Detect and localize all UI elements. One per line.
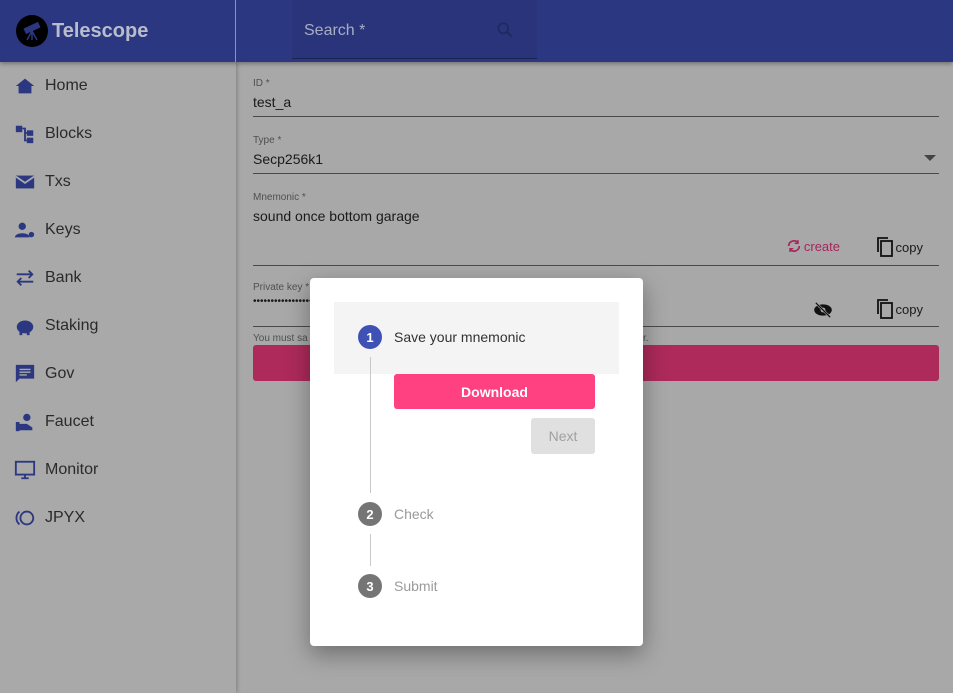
search-icon[interactable] [495, 20, 515, 40]
copy-mnemonic-button[interactable]: copy [876, 237, 923, 257]
download-button[interactable]: Download [394, 374, 595, 409]
sidebar-item-label: Home [45, 77, 88, 94]
home-icon [15, 78, 35, 94]
sidebar-item-label: Keys [45, 221, 81, 238]
sidebar-item-monitor[interactable]: Monitor [0, 446, 236, 494]
type-select[interactable]: Type * Secp256k1 [253, 135, 939, 174]
type-label: Type * [253, 135, 282, 146]
sidebar-item-label: Bank [45, 269, 82, 286]
sidebar-item-faucet[interactable]: Faucet [0, 398, 236, 446]
brand[interactable]: Telescope [0, 0, 236, 62]
piggy-bank-icon [16, 320, 34, 336]
mnemonic-field[interactable]: Mnemonic * sound once bottom garage crea… [253, 192, 939, 266]
sidebar-item-staking[interactable]: Staking [0, 302, 236, 350]
step-connector [370, 357, 371, 493]
sidebar-item-gov[interactable]: Gov [0, 350, 236, 398]
faucet-icon [15, 413, 33, 432]
sidebar-item-label: Txs [45, 173, 71, 190]
copy-private-key-button[interactable]: copy [876, 299, 923, 319]
dropdown-arrow-icon [924, 155, 936, 161]
warning-text: You must sa [253, 333, 308, 344]
copy-label: copy [895, 301, 923, 317]
sidebar-item-label: Monitor [45, 461, 99, 478]
blocks-icon [15, 125, 34, 144]
chat-icon [15, 364, 35, 383]
sidebar-item-label: Gov [45, 365, 75, 382]
mail-icon [15, 175, 35, 189]
sidebar-item-jpyx[interactable]: JPYX [0, 494, 236, 542]
user-gear-icon [14, 222, 35, 238]
search-input[interactable]: Search * [292, 0, 537, 59]
step-2-label[interactable]: Check [394, 506, 434, 522]
search-label: Search * [304, 22, 366, 39]
sidebar: Home Blocks Txs Keys Bank Staking Gov Fa… [0, 62, 236, 693]
refresh-icon [787, 240, 801, 252]
step-2-circle: 2 [358, 502, 382, 526]
step-3-label[interactable]: Submit [394, 578, 438, 594]
jpyx-icon [15, 510, 35, 526]
monitor-icon [14, 460, 36, 480]
sidebar-item-label: JPYX [45, 509, 86, 526]
copy-label: copy [895, 239, 923, 255]
sidebar-item-txs[interactable]: Txs [0, 158, 236, 206]
mnemonic-value: sound once bottom garage [253, 208, 420, 224]
sidebar-item-label: Blocks [45, 125, 93, 142]
sidebar-item-label: Faucet [45, 413, 94, 430]
id-field[interactable]: ID * test_a [253, 78, 939, 117]
visibility-off-icon[interactable] [813, 302, 833, 318]
copy-icon [876, 299, 893, 319]
save-mnemonic-dialog: 1 Save your mnemonic Download Next 2 Che… [310, 278, 643, 646]
telescope-logo-icon [16, 15, 48, 47]
sidebar-item-label: Staking [45, 317, 99, 334]
copy-icon [876, 237, 893, 257]
app-header: Telescope Search * [0, 0, 953, 62]
type-value: Secp256k1 [253, 151, 324, 167]
sidebar-item-bank[interactable]: Bank [0, 254, 236, 302]
warning-text-start: You must sa [253, 333, 308, 344]
next-button[interactable]: Next [531, 418, 595, 454]
swap-icon [16, 270, 34, 286]
sidebar-item-home[interactable]: Home [0, 62, 236, 110]
step-3-circle: 3 [358, 574, 382, 598]
mnemonic-label: Mnemonic * [253, 192, 306, 203]
step-connector [370, 534, 371, 566]
id-value: test_a [253, 94, 292, 110]
create-button[interactable]: create [786, 238, 840, 254]
sidebar-item-blocks[interactable]: Blocks [0, 110, 236, 158]
app-title: Telescope [52, 19, 149, 42]
sidebar-item-keys[interactable]: Keys [0, 206, 236, 254]
step-1-label: Save your mnemonic [394, 329, 526, 345]
warning-text-end: r. [643, 333, 649, 344]
step-1-circle: 1 [358, 325, 382, 349]
id-label: ID * [253, 78, 270, 89]
create-label: create [803, 238, 840, 254]
